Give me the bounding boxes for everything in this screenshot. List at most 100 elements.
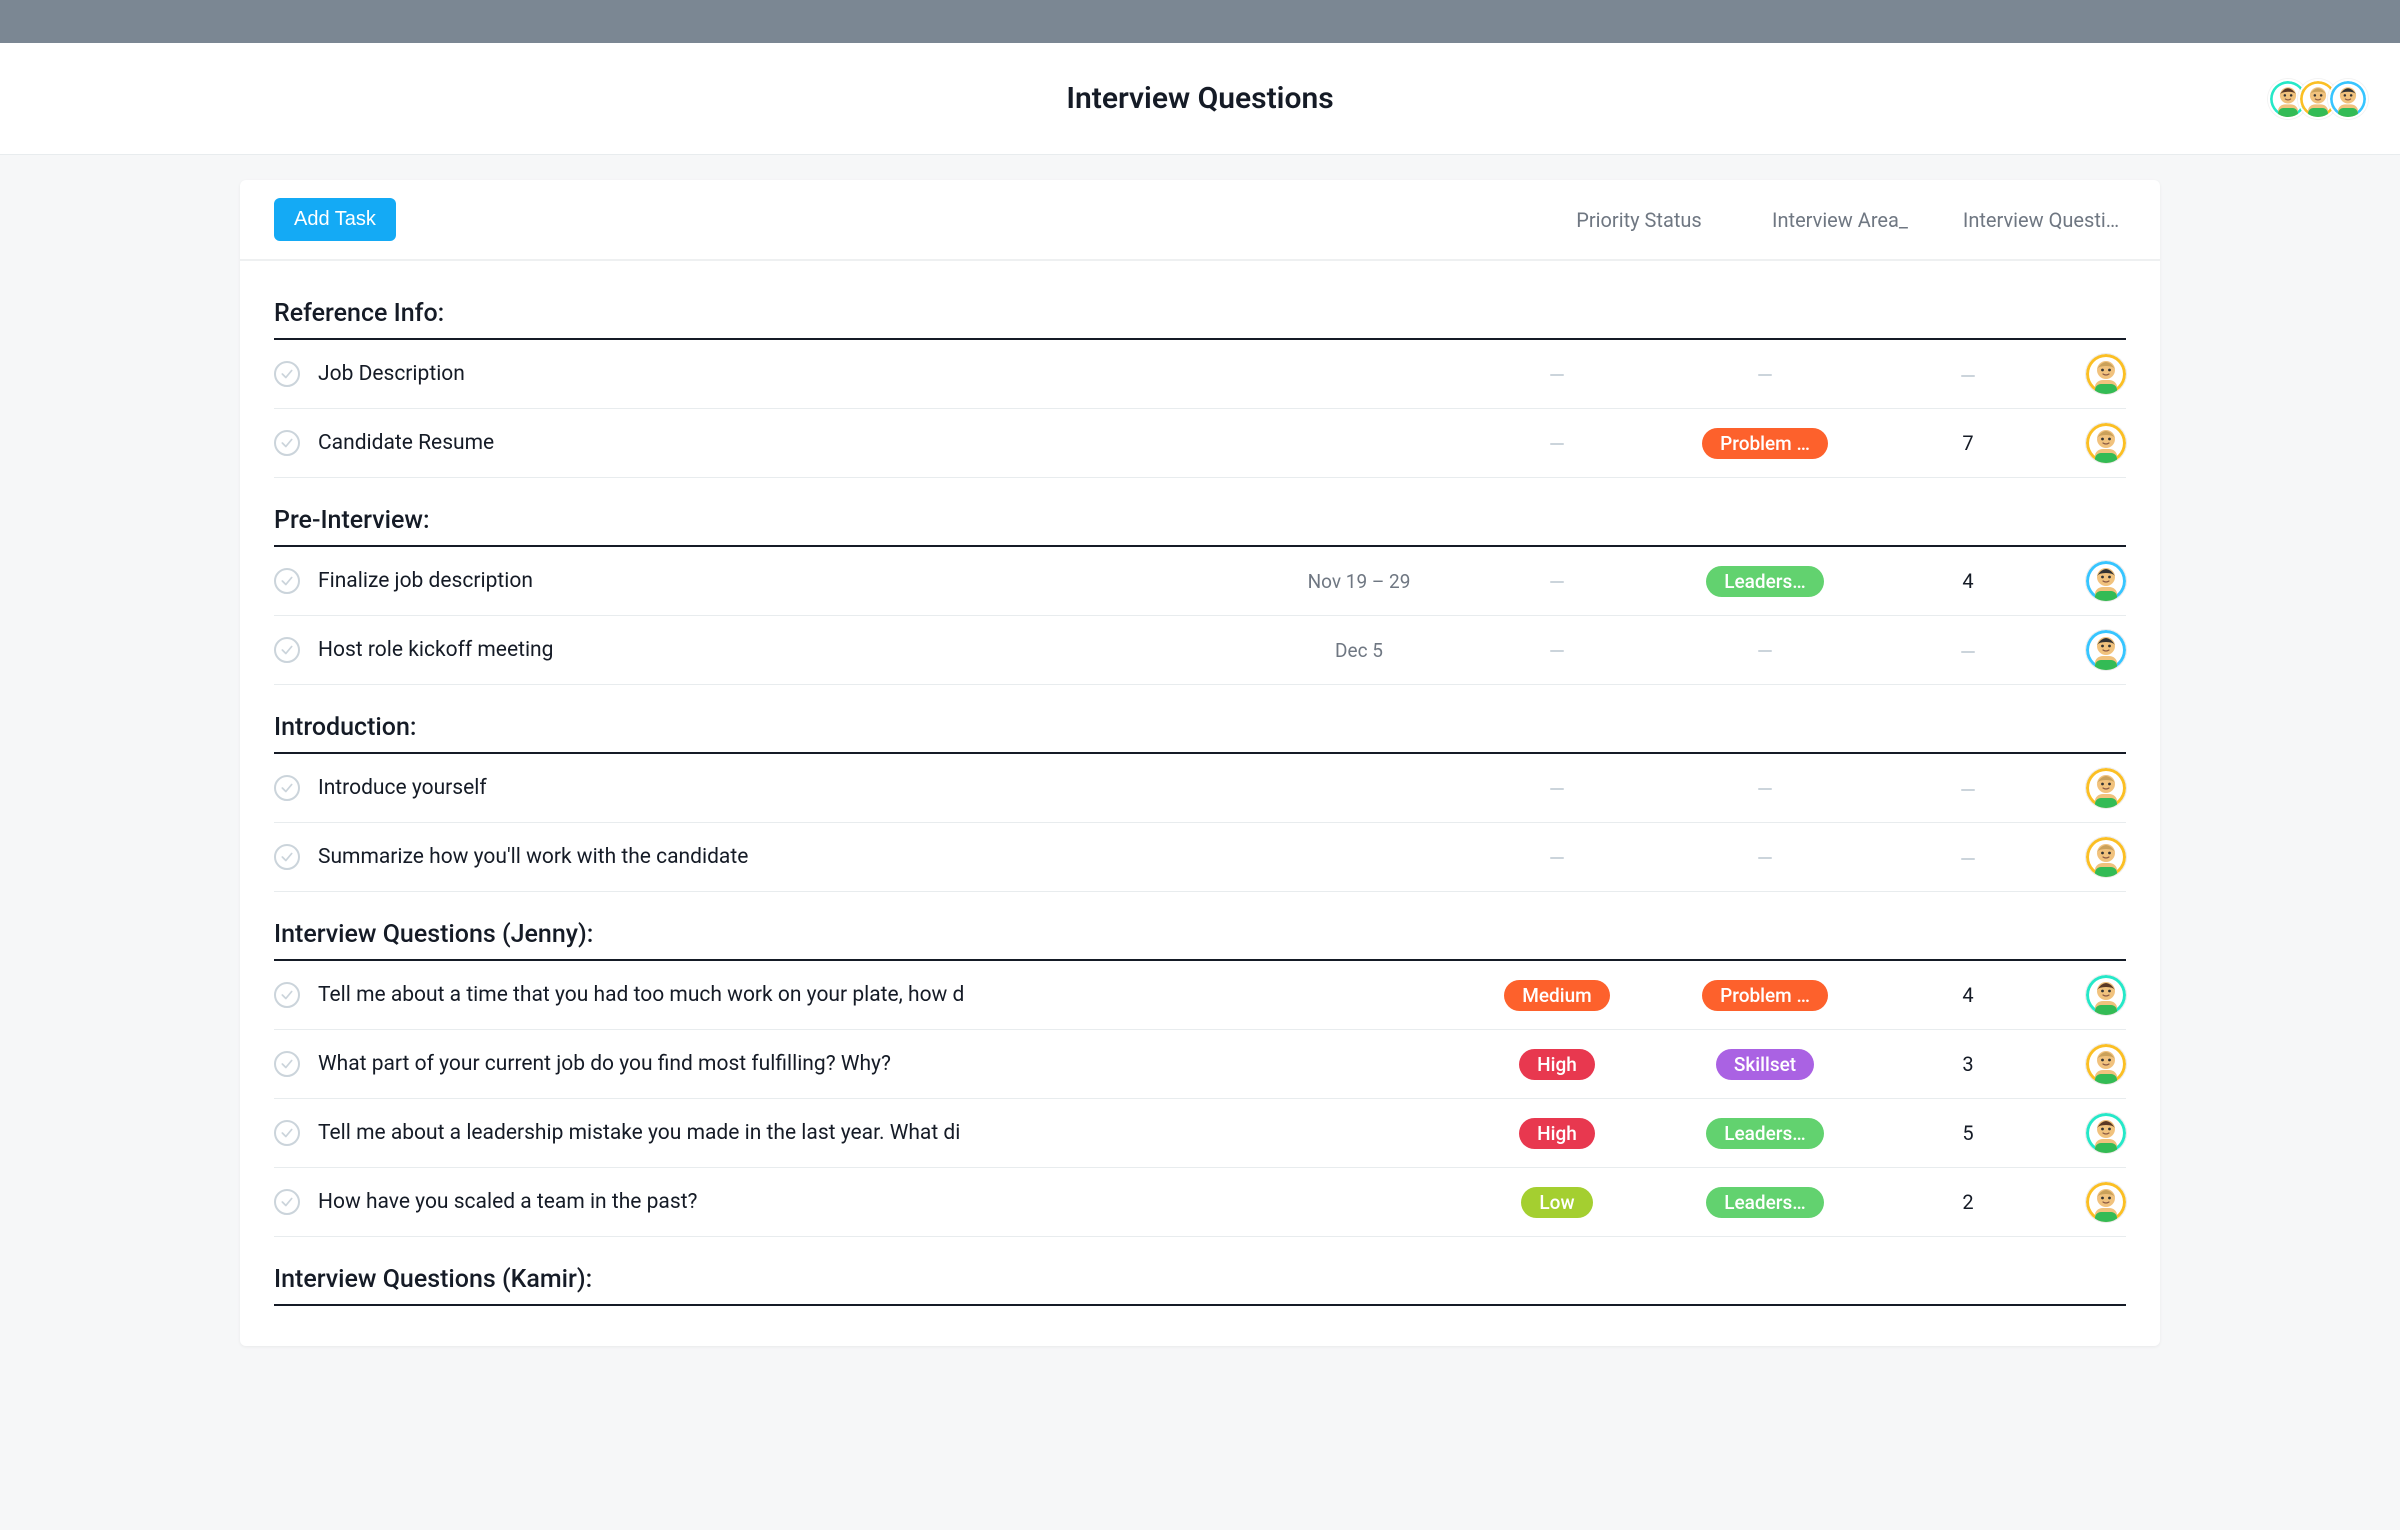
task-name[interactable]: Tell me about a time that you had too mu… — [318, 983, 1256, 1007]
task-row[interactable]: Finalize job description Nov 19 – 29 Leade… — [274, 547, 2126, 616]
collaborator-avatar[interactable] — [2328, 79, 2368, 119]
priority-cell[interactable]: High — [1462, 1049, 1652, 1080]
assignee-cell[interactable] — [2076, 1182, 2126, 1222]
complete-checkbox[interactable] — [274, 637, 300, 663]
area-cell[interactable]: Problem … — [1670, 428, 1860, 459]
area-cell[interactable] — [1670, 846, 1860, 869]
assignee-avatar[interactable] — [2086, 1182, 2126, 1222]
task-row[interactable]: Job Description — [274, 340, 2126, 409]
task-name[interactable]: Host role kickoff meeting — [318, 638, 1256, 662]
area-pill[interactable]: Leaders… — [1706, 1118, 1824, 1149]
assignee-avatar[interactable] — [2086, 630, 2126, 670]
task-row[interactable]: Host role kickoff meeting Dec 5 — [274, 616, 2126, 685]
assignee-avatar[interactable] — [2086, 768, 2126, 808]
section-title[interactable]: Pre-Interview: — [274, 478, 2126, 547]
complete-checkbox[interactable] — [274, 1120, 300, 1146]
task-row[interactable]: How have you scaled a team in the past? L… — [274, 1168, 2126, 1237]
task-row[interactable]: What part of your current job do you fin… — [274, 1030, 2126, 1099]
question-count-cell[interactable]: 4 — [1878, 983, 2058, 1007]
priority-cell[interactable] — [1462, 777, 1652, 800]
assignee-cell[interactable] — [2076, 768, 2126, 808]
area-cell[interactable] — [1670, 777, 1860, 800]
task-name[interactable]: Candidate Resume — [318, 431, 1256, 455]
task-row[interactable]: Tell me about a leadership mistake you m… — [274, 1099, 2126, 1168]
assignee-cell[interactable] — [2076, 354, 2126, 394]
assignee-avatar[interactable] — [2086, 975, 2126, 1015]
task-due-date[interactable]: Dec 5 — [1274, 639, 1444, 662]
priority-cell[interactable] — [1462, 432, 1652, 455]
section-title[interactable]: Introduction: — [274, 685, 2126, 754]
area-pill[interactable]: Leaders… — [1706, 1187, 1824, 1218]
question-count-cell[interactable] — [1878, 776, 2058, 800]
complete-checkbox[interactable] — [274, 430, 300, 456]
question-count-cell[interactable]: 2 — [1878, 1190, 2058, 1214]
task-row[interactable]: Candidate Resume Problem … 7 — [274, 409, 2126, 478]
area-cell[interactable]: Skillset — [1670, 1049, 1860, 1080]
area-pill[interactable]: Skillset — [1716, 1049, 1814, 1080]
task-name[interactable]: What part of your current job do you fin… — [318, 1052, 1256, 1076]
area-cell[interactable]: Leaders… — [1670, 1187, 1860, 1218]
priority-cell[interactable] — [1462, 846, 1652, 869]
priority-cell[interactable] — [1462, 363, 1652, 386]
assignee-avatar[interactable] — [2086, 354, 2126, 394]
assignee-cell[interactable] — [2076, 975, 2126, 1015]
area-pill[interactable]: Problem … — [1702, 428, 1828, 459]
assignee-avatar[interactable] — [2086, 1113, 2126, 1153]
task-row[interactable]: Tell me about a time that you had too mu… — [274, 961, 2126, 1030]
assignee-avatar[interactable] — [2086, 561, 2126, 601]
assignee-avatar[interactable] — [2086, 423, 2126, 463]
section-title[interactable]: Interview Questions (Kamir): — [274, 1237, 2126, 1306]
priority-pill[interactable]: High — [1519, 1049, 1595, 1080]
area-cell[interactable]: Leaders… — [1670, 566, 1860, 597]
question-count-cell[interactable]: 5 — [1878, 1121, 2058, 1145]
priority-cell[interactable] — [1462, 570, 1652, 593]
priority-pill[interactable]: Medium — [1504, 980, 1609, 1011]
section-title[interactable]: Reference Info: — [274, 271, 2126, 340]
complete-checkbox[interactable] — [274, 361, 300, 387]
area-cell[interactable]: Leaders… — [1670, 1118, 1860, 1149]
task-name[interactable]: Finalize job description — [318, 569, 1256, 593]
priority-cell[interactable]: Low — [1462, 1187, 1652, 1218]
complete-checkbox[interactable] — [274, 982, 300, 1008]
area-cell[interactable]: Problem … — [1670, 980, 1860, 1011]
assignee-cell[interactable] — [2076, 423, 2126, 463]
question-count-cell[interactable] — [1878, 638, 2058, 662]
priority-cell[interactable]: High — [1462, 1118, 1652, 1149]
section-title[interactable]: Interview Questions (Jenny): — [274, 892, 2126, 961]
complete-checkbox[interactable] — [274, 775, 300, 801]
assignee-cell[interactable] — [2076, 1113, 2126, 1153]
assignee-cell[interactable] — [2076, 561, 2126, 601]
complete-checkbox[interactable] — [274, 568, 300, 594]
task-name[interactable]: Summarize how you'll work with the candi… — [318, 845, 1256, 869]
question-count-cell[interactable]: 7 — [1878, 431, 2058, 455]
question-count-cell[interactable] — [1878, 362, 2058, 386]
area-pill[interactable]: Problem … — [1702, 980, 1828, 1011]
assignee-avatar[interactable] — [2086, 837, 2126, 877]
task-name[interactable]: How have you scaled a team in the past? — [318, 1190, 1256, 1214]
question-count-cell[interactable]: 3 — [1878, 1052, 2058, 1076]
assignee-cell[interactable] — [2076, 630, 2126, 670]
task-name[interactable]: Tell me about a leadership mistake you m… — [318, 1121, 1256, 1145]
question-count-cell[interactable] — [1878, 845, 2058, 869]
column-header-questions[interactable]: Interview Questi… — [1956, 208, 2126, 232]
task-name[interactable]: Job Description — [318, 362, 1256, 386]
column-header-priority[interactable]: Priority Status — [1554, 208, 1724, 232]
assignee-avatar[interactable] — [2086, 1044, 2126, 1084]
priority-cell[interactable]: Medium — [1462, 980, 1652, 1011]
complete-checkbox[interactable] — [274, 1189, 300, 1215]
area-cell[interactable] — [1670, 363, 1860, 386]
priority-pill[interactable]: Low — [1521, 1187, 1592, 1218]
column-header-area[interactable]: Interview Area_ — [1750, 208, 1930, 232]
area-cell[interactable] — [1670, 639, 1860, 662]
assignee-cell[interactable] — [2076, 1044, 2126, 1084]
area-pill[interactable]: Leaders… — [1706, 566, 1824, 597]
task-due-date[interactable]: Nov 19 – 29 — [1274, 570, 1444, 593]
complete-checkbox[interactable] — [274, 844, 300, 870]
task-row[interactable]: Introduce yourself — [274, 754, 2126, 823]
add-task-button[interactable]: Add Task — [274, 198, 396, 241]
priority-pill[interactable]: High — [1519, 1118, 1595, 1149]
complete-checkbox[interactable] — [274, 1051, 300, 1077]
assignee-cell[interactable] — [2076, 837, 2126, 877]
task-row[interactable]: Summarize how you'll work with the candi… — [274, 823, 2126, 892]
question-count-cell[interactable]: 4 — [1878, 569, 2058, 593]
